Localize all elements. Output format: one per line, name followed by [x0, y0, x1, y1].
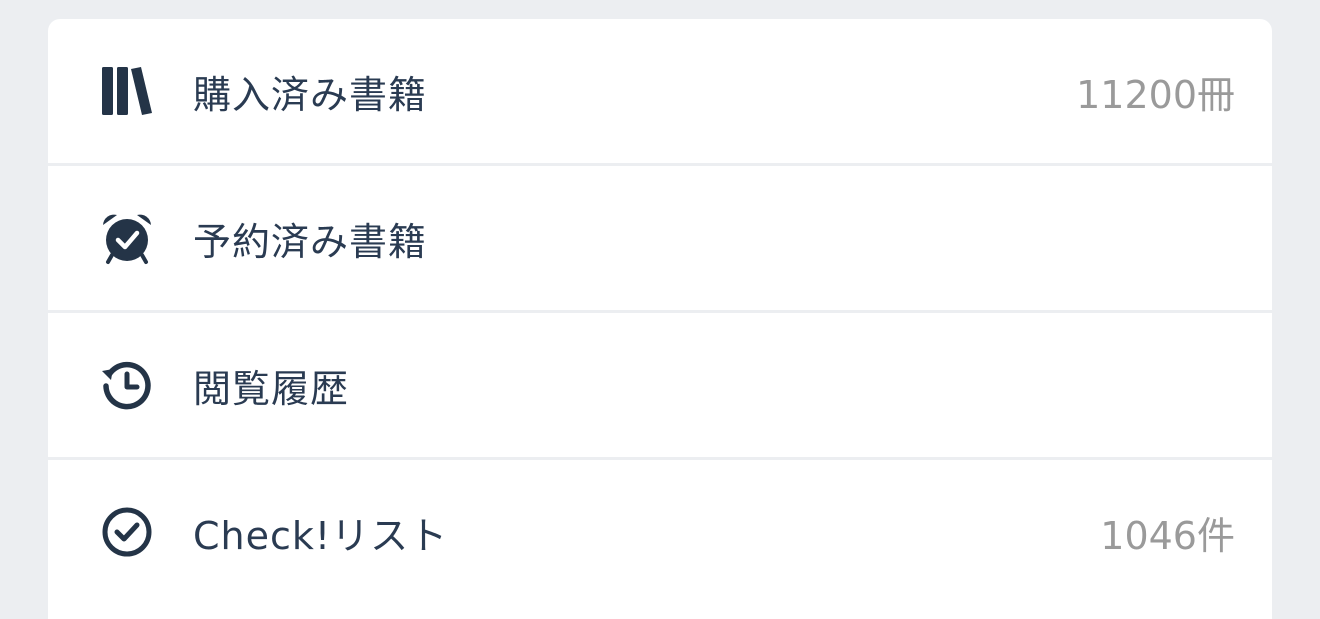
alarm-clock-icon: [100, 211, 154, 265]
menu-item-reading-history[interactable]: 閲覧履歴: [48, 313, 1272, 457]
menu-item-label: 予約済み書籍: [193, 219, 428, 264]
menu-item-label: 購入済み書籍: [193, 72, 428, 117]
menu-item-reserved-books[interactable]: 予約済み書籍: [48, 166, 1272, 310]
history-icon: [100, 358, 154, 412]
menu-item-purchased-books[interactable]: 購入済み書籍 11200冊: [48, 19, 1272, 163]
bookshelf-icon: [100, 64, 154, 118]
menu-item-check-list[interactable]: Check!リスト 1046件: [48, 460, 1272, 604]
check-circle-icon: [100, 505, 154, 559]
menu-item-label: 閲覧履歴: [193, 366, 350, 411]
menu-item-label: Check!リスト: [193, 513, 449, 558]
menu-item-count: 1046件: [1100, 513, 1235, 558]
library-menu: 購入済み書籍 11200冊 予約済み書籍 閲覧履歴 Check!リスト 1046…: [48, 19, 1272, 619]
menu-item-count: 11200冊: [1076, 72, 1235, 117]
